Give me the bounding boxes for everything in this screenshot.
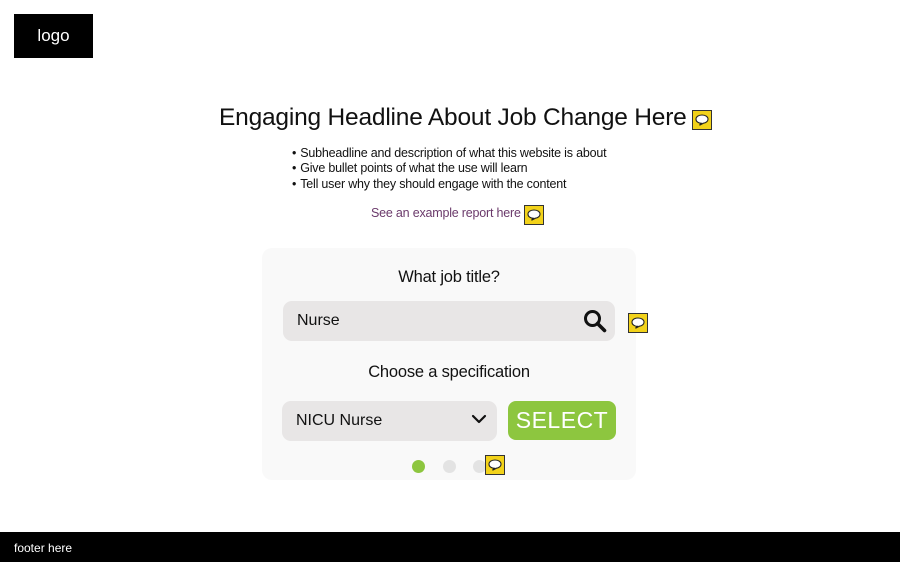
page-headline: Engaging Headline About Job Change Here [219, 104, 687, 131]
bullet-item: Subheadline and description of what this… [292, 146, 606, 161]
comment-icon[interactable] [524, 205, 544, 225]
select-button[interactable]: SELECT [508, 401, 616, 440]
subheadline-bullets: Subheadline and description of what this… [292, 146, 606, 192]
footer: footer here [0, 532, 900, 562]
comment-icon[interactable] [692, 110, 712, 130]
job-search-card: What job title? Choose a specification [262, 248, 636, 480]
search-icon[interactable] [583, 309, 607, 333]
bullet-item: Tell user why they should engage with th… [292, 177, 606, 192]
job-title-input[interactable]: Nurse [283, 301, 615, 341]
chevron-down-icon[interactable] [471, 413, 487, 425]
specification-select[interactable]: NICU Nurse [282, 401, 497, 441]
specification-value: NICU Nurse [296, 412, 383, 429]
pager-dot-1[interactable] [412, 460, 425, 473]
footer-text: footer here [14, 541, 73, 555]
pager-dot-2[interactable] [443, 460, 456, 473]
example-report-link[interactable]: See an example report here > [371, 206, 531, 220]
logo[interactable]: logo [14, 14, 93, 58]
bullet-item: Give bullet points of what the use will … [292, 161, 606, 176]
job-title-value: Nurse [297, 312, 340, 329]
job-title-label: What job title? [398, 268, 500, 286]
comment-icon[interactable] [628, 313, 648, 333]
logo-text: logo [37, 26, 70, 45]
comment-icon[interactable] [485, 455, 505, 475]
specification-label: Choose a specification [368, 363, 530, 381]
